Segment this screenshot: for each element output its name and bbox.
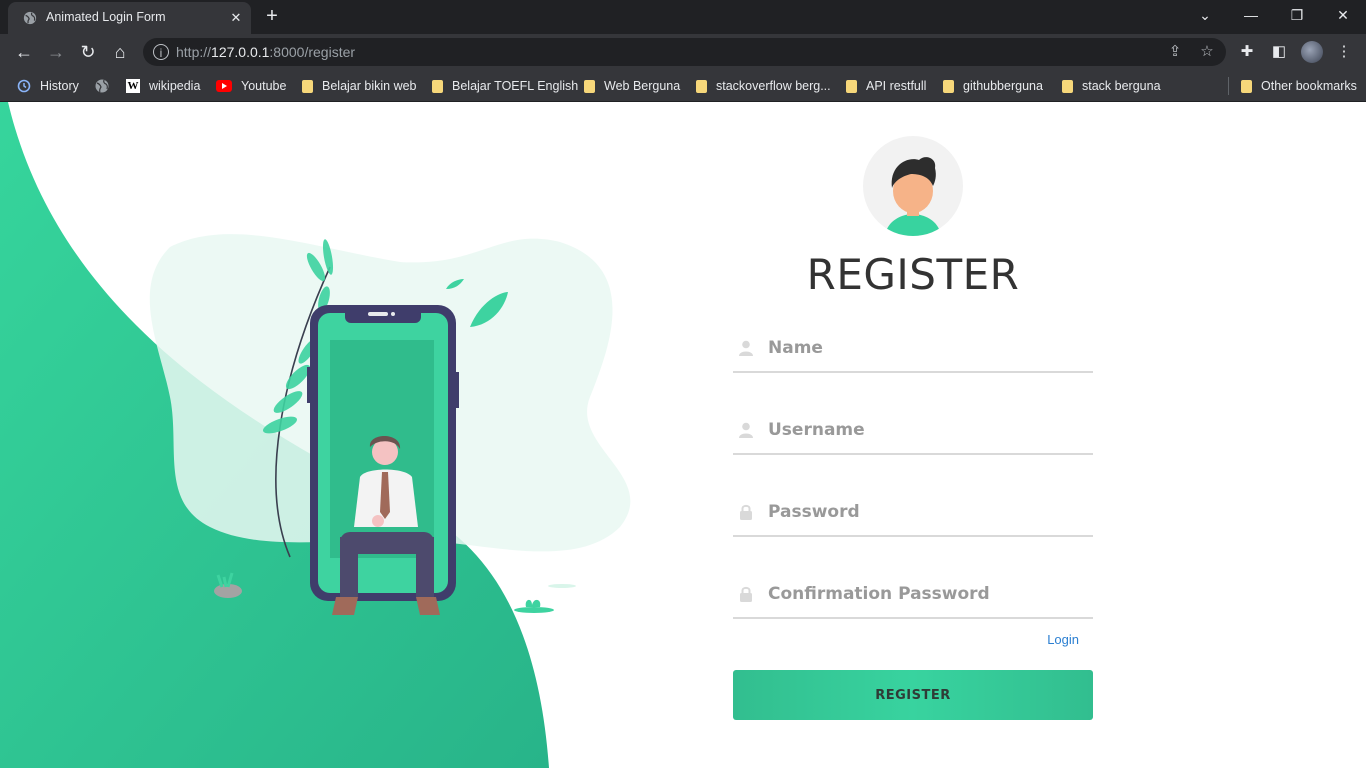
tab-title: Animated Login Form [46,10,166,24]
user-icon [739,340,753,356]
minimize-icon[interactable]: — [1228,0,1274,30]
new-tab-icon[interactable]: + [261,5,283,27]
folder-icon [432,79,443,93]
tab-search-icon[interactable]: ⌄ [1182,0,1228,30]
bookmark-folder-belajar-bikin-web[interactable]: Belajar bikin web [302,76,417,96]
bookmark-star-icon[interactable]: ☆ [1197,42,1217,62]
close-window-icon[interactable]: ✕ [1320,0,1366,30]
site-info-icon[interactable]: i [153,44,169,60]
menu-icon[interactable]: ⋮ [1334,42,1354,62]
address-bar[interactable]: i http://127.0.0.1:8000/register ⇪ ☆ [143,38,1226,66]
globe-icon [95,79,109,93]
confirm-password-field-label: Confirmation Password [768,584,990,604]
bookmark-folder-web-berguna[interactable]: Web Berguna [584,76,680,96]
name-field-label: Name [768,338,823,358]
globe-icon [23,11,37,25]
register-form: REGISTER Name Username Password Confirma… [733,102,1093,768]
extensions-icon[interactable]: ✚ [1237,42,1257,62]
form-title: REGISTER [806,250,1020,299]
phone-illustration [149,234,631,615]
share-icon[interactable]: ⇪ [1165,42,1185,62]
history-icon [17,79,31,93]
browser-toolbar: ← → ↻ ⌂ i http://127.0.0.1:8000/register… [0,34,1366,70]
lock-icon [740,586,752,602]
bookmark-globe[interactable] [95,76,118,96]
avatar-icon [863,136,963,236]
folder-icon [846,79,857,93]
browser-tab[interactable]: Animated Login Form ✕ [8,2,251,34]
folder-icon [696,79,707,93]
username-field[interactable]: Username [733,405,1093,455]
back-icon[interactable]: ← [10,38,38,66]
url-text[interactable]: http://127.0.0.1:8000/register [176,44,355,60]
password-field-label: Password [768,502,860,522]
bookmarks-divider [1228,77,1229,95]
folder-icon [584,79,595,93]
confirm-password-field[interactable]: Confirmation Password [733,569,1093,619]
bookmark-other-bookmarks[interactable]: Other bookmarks [1241,76,1357,96]
register-button[interactable]: REGISTER [733,670,1093,720]
bookmark-folder-stackoverflow[interactable]: stackoverflow berg... [696,76,831,96]
bookmark-history[interactable]: History [17,76,79,96]
user-icon [739,422,753,438]
reload-icon[interactable]: ↻ [74,38,102,66]
browser-titlebar: Animated Login Form ✕ + ⌄ — ❐ ✕ [0,0,1366,34]
password-field[interactable]: Password [733,487,1093,537]
bookmark-folder-githubberguna[interactable]: githubberguna [943,76,1043,96]
bookmark-youtube[interactable]: Youtube [216,76,286,96]
folder-icon [302,79,313,93]
username-field-label: Username [768,420,865,440]
bookmark-folder-toefl[interactable]: Belajar TOEFL English [432,76,578,96]
lock-icon [740,504,752,520]
name-field[interactable]: Name [733,323,1093,373]
bookmark-folder-stack-berguna[interactable]: stack berguna [1062,76,1161,96]
profile-avatar[interactable] [1301,41,1323,63]
login-link[interactable]: Login [1047,632,1079,647]
home-icon[interactable]: ⌂ [106,38,134,66]
folder-icon [1241,79,1252,93]
close-tab-icon[interactable]: ✕ [226,8,246,28]
youtube-icon [216,80,232,92]
forward-icon[interactable]: → [42,38,70,66]
register-page: REGISTER Name Username Password Confirma… [0,102,1366,768]
restore-icon[interactable]: ❐ [1274,0,1320,30]
wikipedia-icon: W [126,79,140,93]
side-panel-icon[interactable]: ◧ [1269,42,1289,62]
bookmark-folder-api-restfull[interactable]: API restfull [846,76,926,96]
folder-icon [943,79,954,93]
bookmark-wikipedia[interactable]: W wikipedia [126,76,200,96]
folder-icon [1062,79,1073,93]
bookmarks-bar: History W wikipedia Youtube Belajar biki… [0,70,1366,102]
